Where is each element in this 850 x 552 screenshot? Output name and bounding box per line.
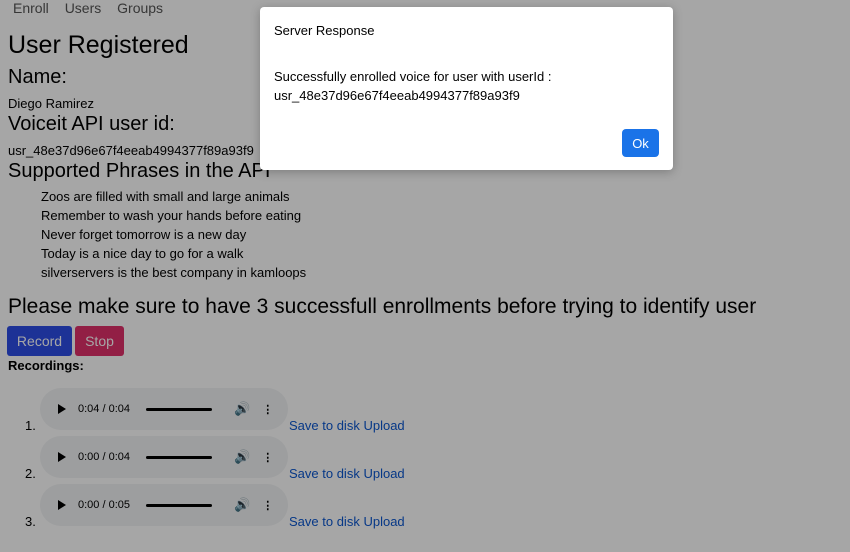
- server-response-dialog: Server Response Successfully enrolled vo…: [260, 7, 673, 170]
- dialog-message: Successfully enrolled voice for user wit…: [274, 69, 552, 103]
- ok-button[interactable]: Ok: [622, 129, 659, 157]
- dialog-title: Server Response: [274, 23, 375, 38]
